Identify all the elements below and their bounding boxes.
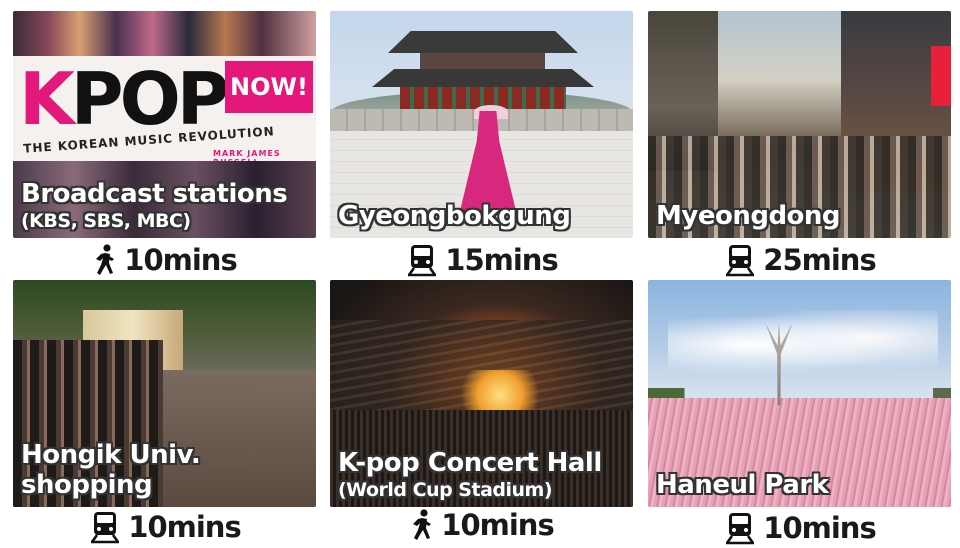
place-label: K-pop Concert Hall (World Cup Stadium)	[338, 448, 602, 501]
travel-time: 25mins	[763, 243, 876, 277]
travel-time-caption: 10mins	[330, 505, 633, 545]
walking-person-icon	[413, 509, 432, 540]
travel-time: 15mins	[445, 243, 558, 277]
travel-time-caption: 10mins	[13, 240, 316, 280]
place-name: Myeongdong	[656, 201, 841, 232]
concert-hall-photo: K-pop Concert Hall (World Cup Stadium)	[330, 280, 633, 507]
place-label: Hongik Univ. shopping	[21, 439, 201, 501]
place-label: Gyeongbokgung	[338, 201, 571, 232]
subway-train-icon	[91, 512, 120, 544]
travel-time-caption: 10mins	[13, 507, 316, 547]
shop-sign	[931, 46, 951, 106]
place-label: Myeongdong	[656, 201, 841, 232]
travel-time-caption: 25mins	[648, 240, 951, 280]
travel-time: 10mins	[763, 511, 876, 545]
poster-photo-strip	[13, 11, 316, 56]
subway-train-icon	[408, 245, 437, 277]
place-name: Gyeongbokgung	[338, 201, 571, 232]
myeongdong-photo: Myeongdong	[648, 11, 951, 238]
travel-time-caption: 10mins	[648, 508, 951, 548]
broadcast-stations-photo: KPOP NOW! THE KOREAN MUSIC REVOLUTION MA…	[13, 11, 316, 238]
travel-time: 10mins	[124, 243, 237, 277]
travel-time: 10mins	[128, 510, 241, 544]
subway-train-icon	[726, 513, 755, 545]
place-label: Broadcast stations (KBS, SBS, MBC)	[21, 178, 288, 232]
palace-upper-roof	[388, 31, 578, 53]
hongik-univ-photo: Hongik Univ. shopping	[13, 280, 316, 507]
travel-time: 10mins	[441, 508, 554, 542]
haneul-park-photo: Haneul Park	[648, 280, 951, 507]
place-name-sub: (World Cup Stadium)	[338, 478, 553, 501]
place-name-sub: (KBS, SBS, MBC)	[21, 209, 191, 232]
place-name-sub: shopping	[21, 470, 153, 501]
place-name: Haneul Park	[656, 470, 829, 501]
place-name: Broadcast stations	[21, 178, 288, 209]
poster-badge: NOW!	[225, 61, 313, 113]
travel-time-caption: 15mins	[330, 240, 633, 280]
place-label: Haneul Park	[656, 470, 829, 501]
subway-train-icon	[726, 245, 755, 277]
clouds	[668, 310, 938, 380]
gyeongbokgung-photo: Gyeongbokgung	[330, 11, 633, 238]
poster-title: KPOP	[19, 57, 230, 141]
place-name: K-pop Concert Hall	[338, 447, 602, 478]
place-name: Hongik Univ.	[21, 439, 201, 470]
walking-person-icon	[96, 244, 115, 275]
palace-lower-roof	[372, 69, 594, 87]
